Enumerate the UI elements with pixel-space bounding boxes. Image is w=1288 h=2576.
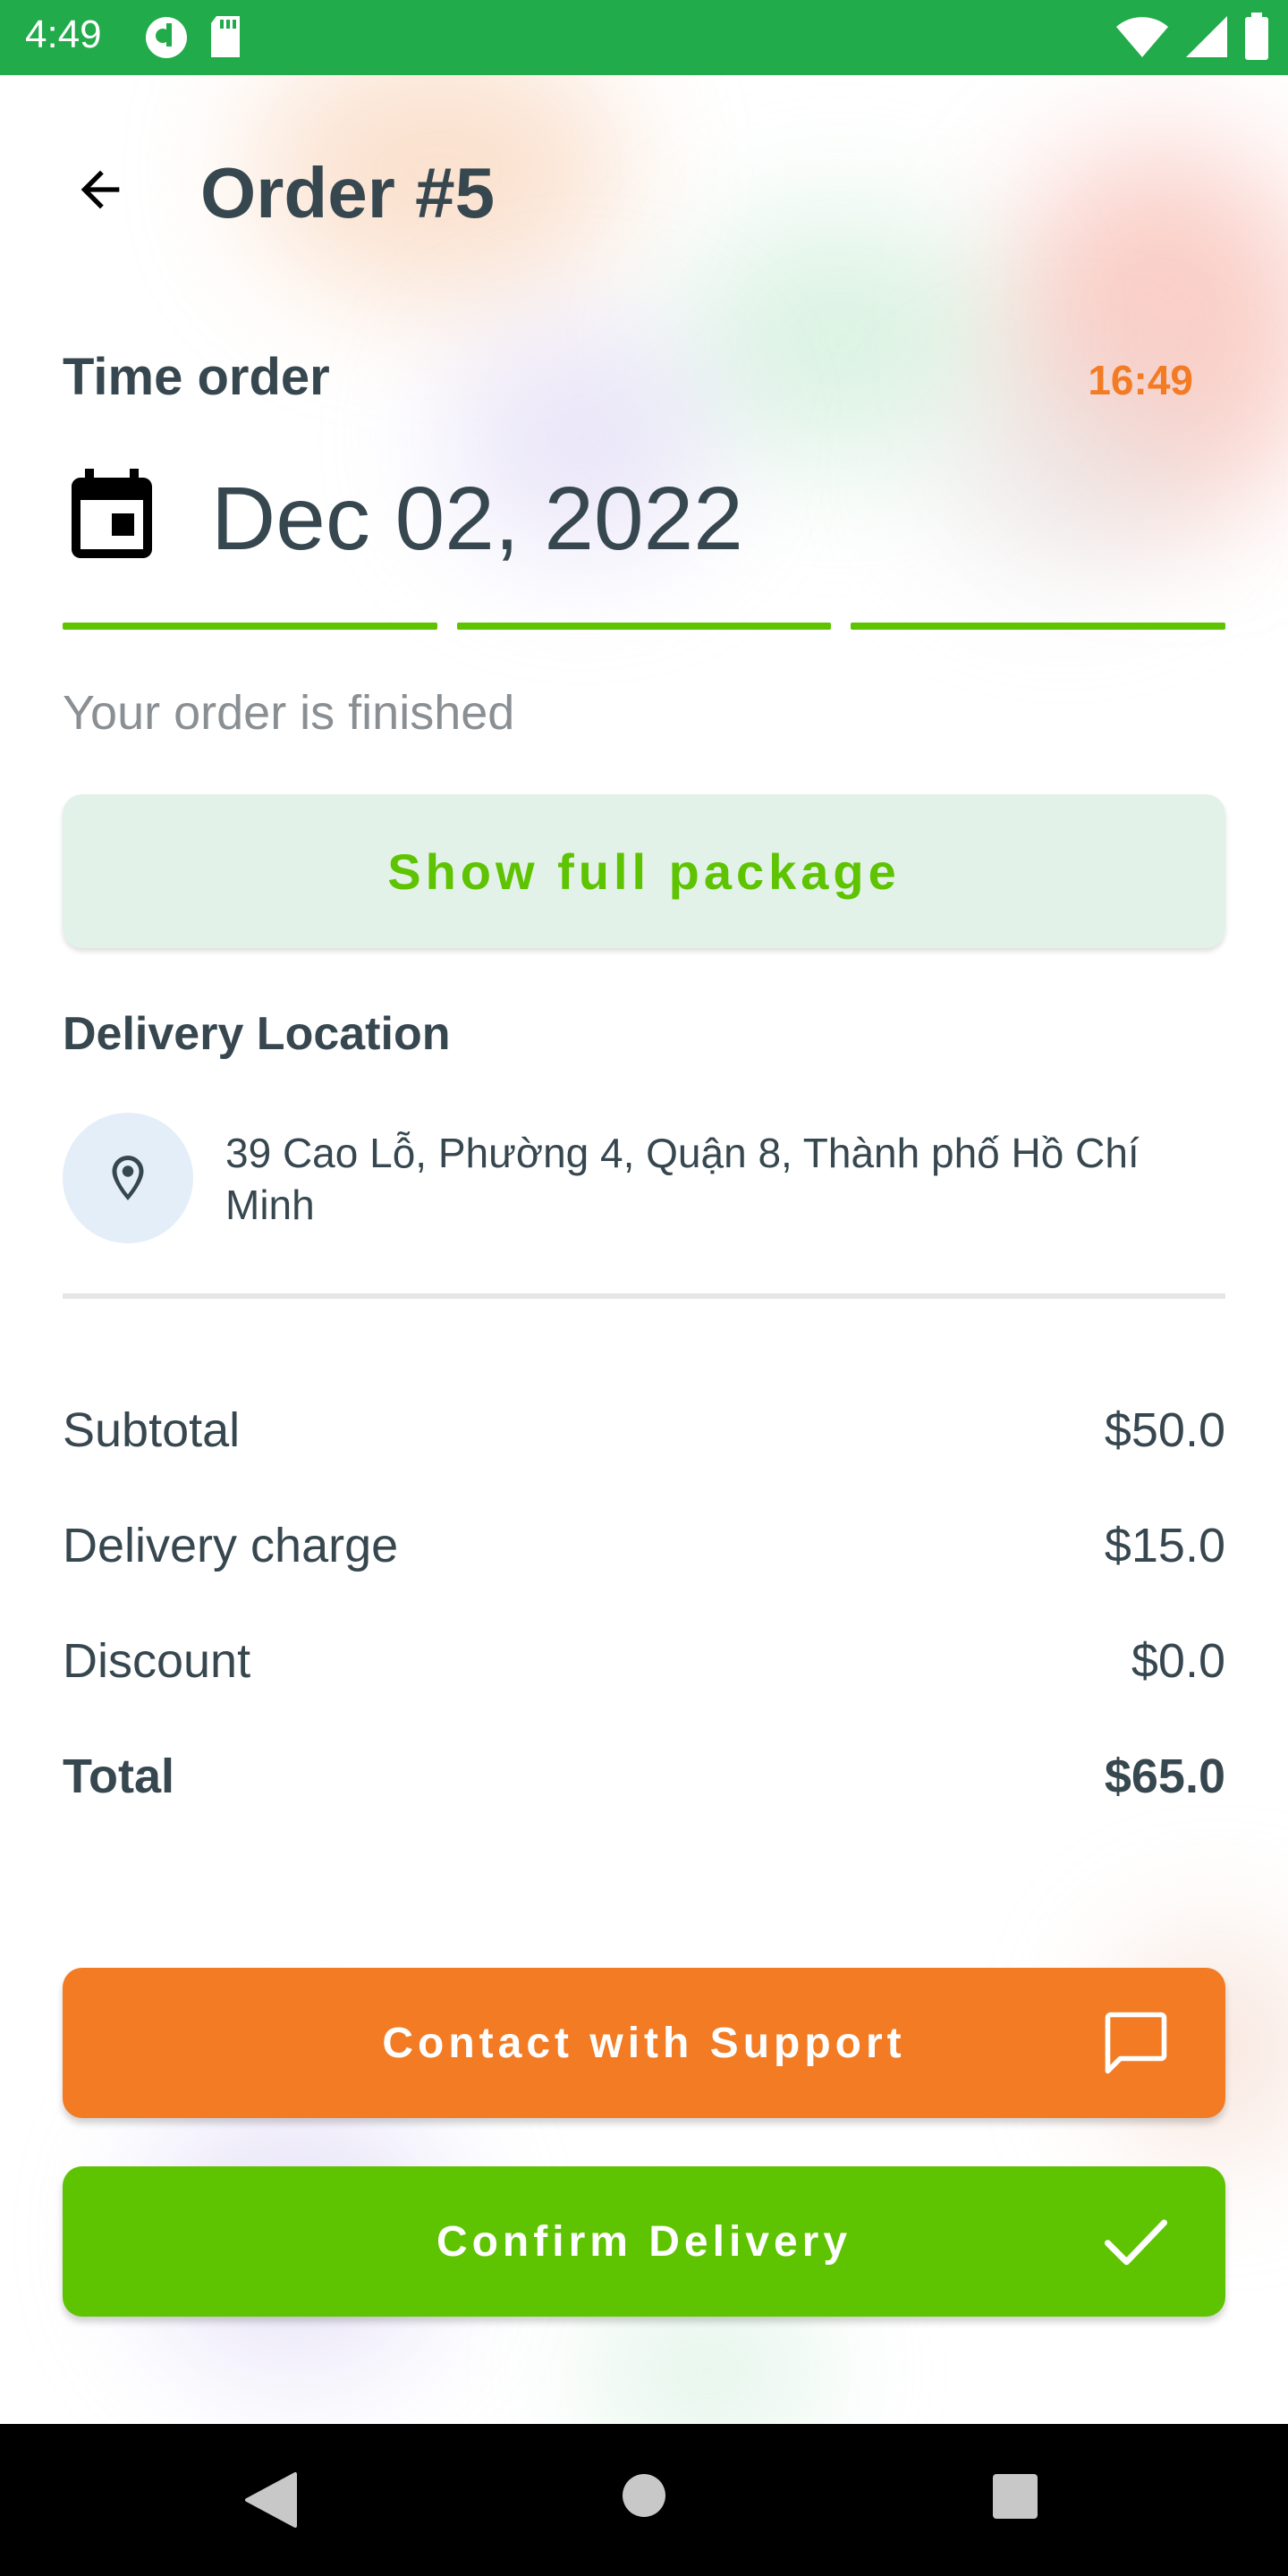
order-status-text: Your order is finished	[63, 686, 515, 740]
delivery-charge-value: $15.0	[1104, 1519, 1225, 1572]
delivery-location-heading: Delivery Location	[63, 1008, 451, 1060]
nav-home-icon[interactable]	[623, 2474, 665, 2517]
delivery-charge-row: Delivery charge $15.0	[63, 1518, 1225, 1573]
signal-icon	[1186, 16, 1227, 57]
discount-row: Discount $0.0	[63, 1633, 1225, 1689]
arrow-back-icon	[80, 170, 120, 209]
nav-recents-icon[interactable]	[993, 2474, 1038, 2519]
discount-value: $0.0	[1131, 1634, 1225, 1688]
total-value: $65.0	[1104, 1750, 1225, 1803]
confirm-delivery-button[interactable]: Confirm Delivery	[63, 2166, 1225, 2317]
show-full-package-button[interactable]: Show full package	[63, 794, 1225, 948]
delivery-address: 39 Cao Lỗ, Phường 4, Quận 8, Thành phố H…	[225, 1130, 1140, 1228]
divider	[63, 1293, 1225, 1299]
order-progress	[63, 623, 1226, 630]
check-icon	[1105, 2219, 1167, 2266]
navigation-bar	[0, 2424, 1288, 2576]
time-order-label: Time order	[63, 348, 330, 406]
total-label: Total	[63, 1750, 174, 1803]
sd-card-icon	[211, 16, 240, 57]
page-title: Order #5	[200, 153, 496, 233]
battery-icon	[1245, 13, 1268, 60]
nav-back-icon[interactable]	[242, 2470, 299, 2529]
order-time: 16:49	[1088, 357, 1193, 403]
calendar-icon	[72, 469, 152, 558]
contact-support-label: Contact with Support	[382, 2019, 906, 2067]
status-bar: 4:49	[0, 0, 1288, 75]
subtotal-value: $50.0	[1104, 1403, 1225, 1457]
progress-segment	[63, 623, 437, 630]
notification-app-icon	[146, 17, 187, 58]
progress-segment	[851, 623, 1226, 630]
order-date: Dec 02, 2022	[211, 469, 743, 569]
back-button[interactable]	[54, 143, 147, 236]
subtotal-row: Subtotal $50.0	[63, 1402, 1225, 1458]
delivery-charge-label: Delivery charge	[63, 1519, 399, 1572]
subtotal-label: Subtotal	[63, 1403, 241, 1457]
contact-support-button[interactable]: Contact with Support	[63, 1968, 1225, 2118]
confirm-delivery-label: Confirm Delivery	[436, 2217, 852, 2266]
wifi-icon	[1116, 17, 1168, 57]
status-time: 4:49	[25, 13, 102, 56]
chat-icon	[1105, 2012, 1167, 2074]
show-full-package-label: Show full package	[387, 843, 901, 900]
total-row: Total $65.0	[63, 1749, 1225, 1804]
discount-label: Discount	[63, 1634, 251, 1688]
progress-segment	[456, 623, 832, 630]
location-pin-icon	[112, 1156, 144, 1200]
location-pin-badge	[63, 1113, 193, 1243]
